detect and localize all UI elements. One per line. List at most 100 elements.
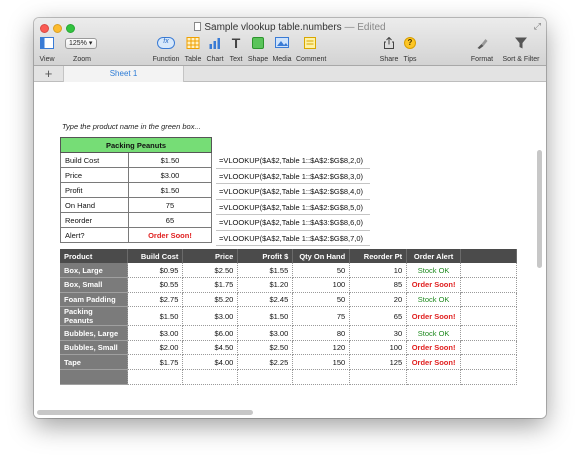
cell-profit[interactable]: $1.55: [237, 263, 294, 279]
cell-qty[interactable]: 150: [292, 354, 351, 371]
cell-alert[interactable]: Order Soon!: [406, 306, 462, 327]
cell-empty[interactable]: [182, 369, 239, 385]
row-value[interactable]: Order Soon!: [127, 227, 213, 243]
cell-qty[interactable]: 50: [292, 263, 351, 279]
tips-button[interactable]: ? Tips: [401, 37, 419, 64]
cell-profit[interactable]: $2.25: [237, 354, 294, 371]
cell-build-cost[interactable]: $2.00: [127, 340, 184, 356]
view-button[interactable]: View: [36, 37, 58, 64]
row-label[interactable]: Profit: [60, 182, 129, 198]
cell-build-cost[interactable]: $1.75: [127, 354, 184, 371]
row-label[interactable]: Build Cost: [60, 152, 129, 168]
cell-alert[interactable]: Stock OK: [406, 263, 462, 279]
cell-reorder[interactable]: 30: [349, 325, 408, 341]
row-value[interactable]: $1.50: [127, 152, 213, 168]
cell-product[interactable]: [60, 369, 129, 385]
cell-empty[interactable]: [349, 369, 408, 385]
cell-empty[interactable]: [460, 263, 517, 279]
share-button[interactable]: Share: [379, 37, 399, 64]
sort-filter-button[interactable]: Sort & Filter: [498, 37, 544, 64]
cell-profit[interactable]: $2.50: [237, 340, 294, 356]
cell-price[interactable]: $5.20: [182, 292, 239, 308]
fullscreen-icon[interactable]: ⤢: [534, 21, 541, 32]
formula-text[interactable]: =VLOOKUP($A$2,Table 1::$A$3:$G$8,6,0): [216, 215, 370, 231]
cell-product[interactable]: Box, Small: [60, 277, 129, 293]
cell-reorder[interactable]: 100: [349, 340, 408, 356]
cell-price[interactable]: $4.00: [182, 354, 239, 371]
zoom-control[interactable]: 125% ▾ Zoom: [62, 37, 102, 64]
row-value[interactable]: $3.00: [127, 167, 213, 183]
row-label[interactable]: Alert?: [60, 227, 129, 243]
column-header-qty[interactable]: Qty On Hand: [292, 249, 351, 263]
cell-reorder[interactable]: 125: [349, 354, 408, 371]
column-header-alert[interactable]: Order Alert: [406, 249, 462, 263]
cell-empty[interactable]: [292, 369, 351, 385]
cell-empty[interactable]: [127, 369, 184, 385]
function-button[interactable]: fx Function: [150, 37, 182, 64]
cell-price[interactable]: $3.00: [182, 306, 239, 327]
cell-alert[interactable]: Stock OK: [406, 325, 462, 341]
cell-profit[interactable]: $1.20: [237, 277, 294, 293]
column-header-product[interactable]: Product: [60, 249, 129, 263]
cell-empty[interactable]: [460, 340, 517, 356]
add-sheet-button[interactable]: +: [34, 66, 64, 82]
cell-alert[interactable]: Order Soon!: [406, 340, 462, 356]
cell-empty[interactable]: [460, 277, 517, 293]
cell-empty[interactable]: [460, 292, 517, 308]
cell-qty[interactable]: 100: [292, 277, 351, 293]
cell-reorder[interactable]: 85: [349, 277, 408, 293]
format-button[interactable]: Format: [470, 37, 494, 64]
chart-button[interactable]: Chart: [205, 37, 225, 64]
shape-button[interactable]: Shape: [247, 37, 269, 64]
cell-product[interactable]: Bubbles, Small: [60, 340, 129, 356]
cell-empty[interactable]: [237, 369, 294, 385]
cell-product[interactable]: Bubbles, Large: [60, 325, 129, 341]
table-button[interactable]: Table: [183, 37, 203, 64]
cell-empty[interactable]: [460, 325, 517, 341]
cell-build-cost[interactable]: $3.00: [127, 325, 184, 341]
column-header-price[interactable]: Price: [182, 249, 239, 263]
formula-text[interactable]: =VLOOKUP($A$2,Table 1::$A$2:$G$8,3,0): [216, 169, 370, 184]
cell-product[interactable]: Packing Peanuts: [60, 306, 129, 327]
tab-sheet-1[interactable]: Sheet 1: [64, 66, 184, 82]
text-button[interactable]: T Text: [227, 35, 245, 64]
media-button[interactable]: Media: [271, 37, 293, 64]
cell-build-cost[interactable]: $0.55: [127, 277, 184, 293]
cell-empty[interactable]: [460, 354, 517, 371]
cell-profit[interactable]: $2.45: [237, 292, 294, 308]
row-label[interactable]: Price: [60, 167, 129, 183]
cell-profit[interactable]: $1.50: [237, 306, 294, 327]
row-value[interactable]: 65: [127, 212, 213, 228]
cell-alert[interactable]: Order Soon!: [406, 277, 462, 293]
lookup-product-input[interactable]: Packing Peanuts: [60, 137, 212, 153]
cell-alert[interactable]: Stock OK: [406, 292, 462, 308]
cell-reorder[interactable]: 20: [349, 292, 408, 308]
sheet-canvas[interactable]: Type the product name in the green box..…: [34, 82, 546, 418]
comment-button[interactable]: Comment: [296, 37, 326, 64]
row-label[interactable]: On Hand: [60, 197, 129, 213]
cell-qty[interactable]: 80: [292, 325, 351, 341]
formula-text[interactable]: =VLOOKUP($A$2,Table 1::$A$2:$G$8,4,0): [216, 184, 370, 200]
cell-reorder[interactable]: 65: [349, 306, 408, 327]
cell-price[interactable]: $1.75: [182, 277, 239, 293]
row-value[interactable]: $1.50: [127, 182, 213, 198]
cell-empty[interactable]: [460, 306, 517, 327]
cell-price[interactable]: $4.50: [182, 340, 239, 356]
column-header-reorder[interactable]: Reorder Pt: [349, 249, 408, 263]
zoom-select[interactable]: 125% ▾: [65, 38, 97, 49]
formula-text[interactable]: =VLOOKUP($A$2,Table 1::$A$2:$G$8,7,0): [216, 231, 370, 246]
cell-product[interactable]: Tape: [60, 354, 129, 371]
cell-reorder[interactable]: 10: [349, 263, 408, 279]
row-value[interactable]: 75: [127, 197, 213, 213]
column-header-profit[interactable]: Profit $: [237, 249, 294, 263]
formula-text[interactable]: =VLOOKUP($A$2,Table 1::$A$2:$G$8,5,0): [216, 200, 370, 215]
cell-profit[interactable]: $3.00: [237, 325, 294, 341]
cell-qty[interactable]: 120: [292, 340, 351, 356]
cell-build-cost[interactable]: $1.50: [127, 306, 184, 327]
vertical-scrollbar[interactable]: [537, 150, 542, 268]
column-header-empty[interactable]: [460, 249, 517, 263]
cell-price[interactable]: $6.00: [182, 325, 239, 341]
column-header-build-cost[interactable]: Build Cost: [127, 249, 184, 263]
cell-empty[interactable]: [406, 369, 462, 385]
horizontal-scrollbar[interactable]: [37, 410, 253, 415]
